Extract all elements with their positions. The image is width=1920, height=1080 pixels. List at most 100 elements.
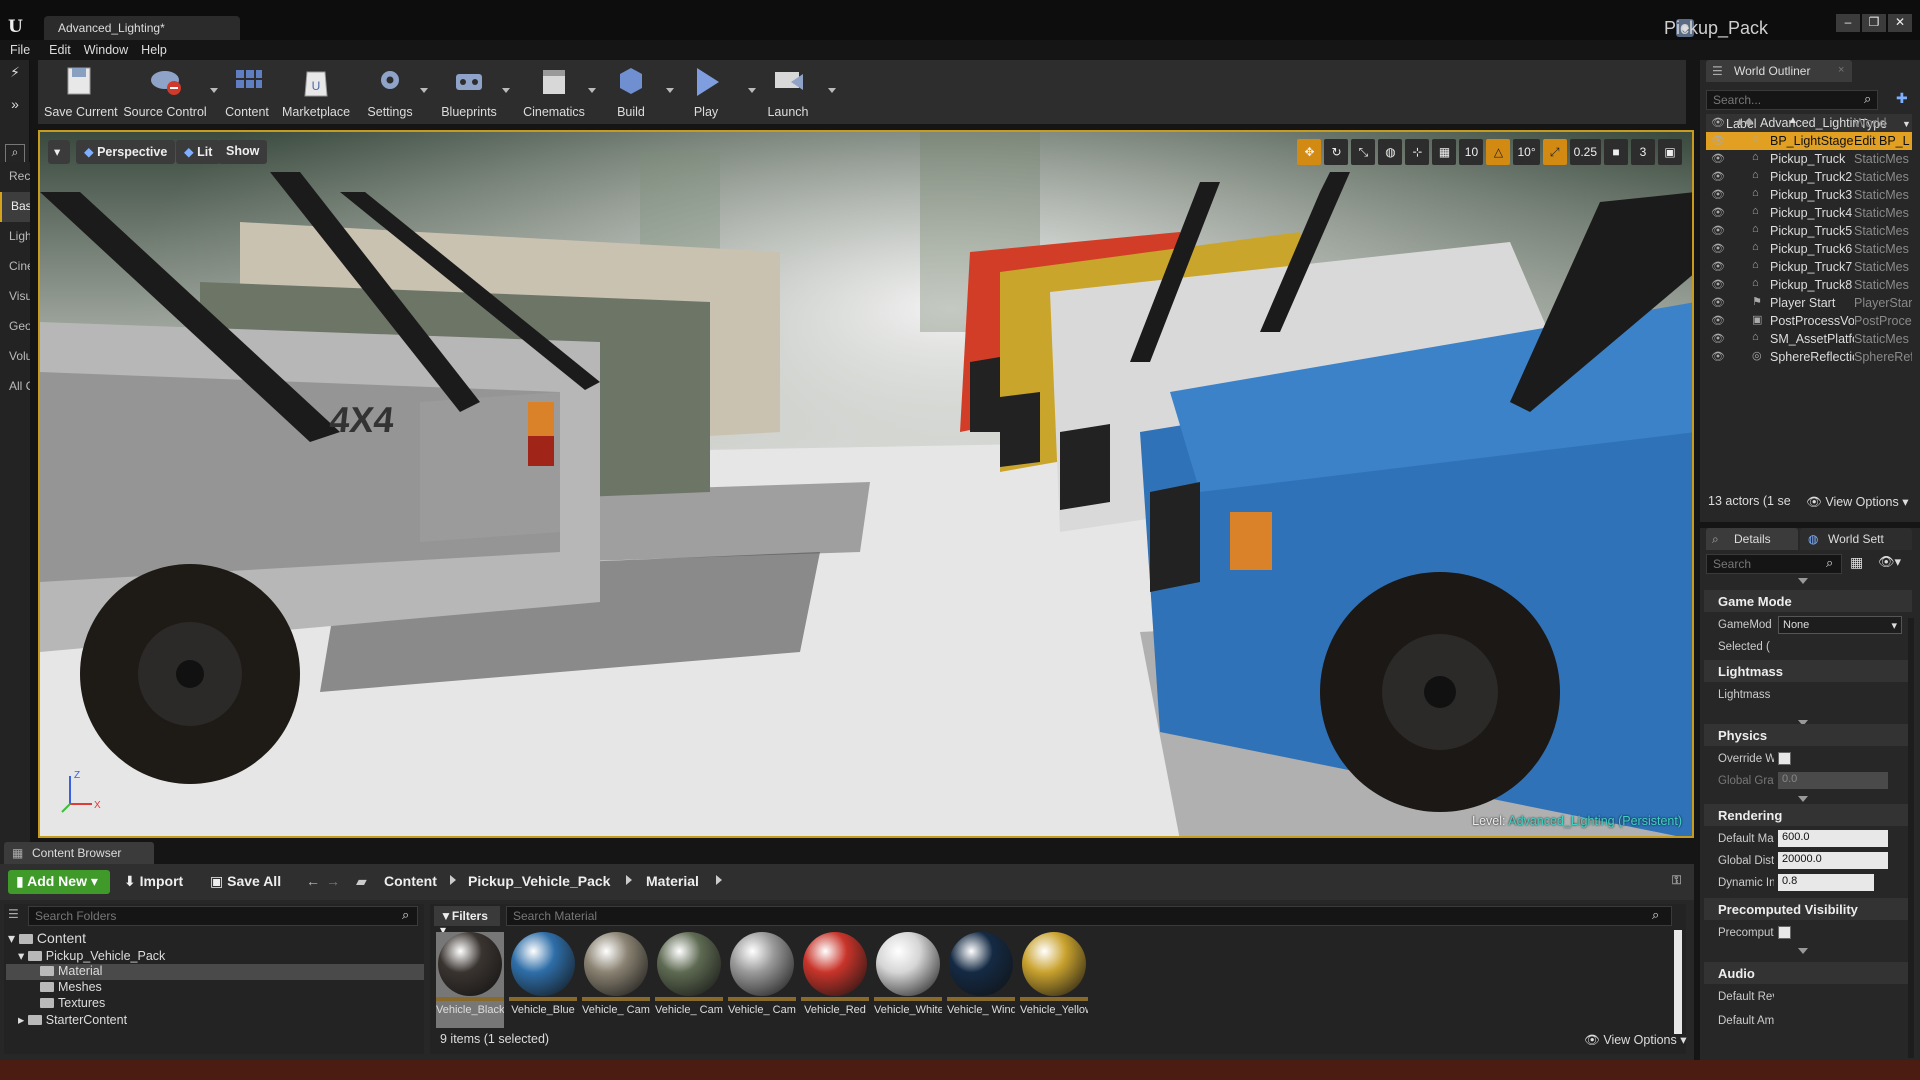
- visibility-eye-icon[interactable]: 👁: [1711, 152, 1725, 165]
- content-browser-tab[interactable]: Content Browser: [4, 842, 154, 864]
- document-tab[interactable]: Advanced_Lighting*: [44, 16, 240, 40]
- tree-item-meshes[interactable]: Meshes: [40, 980, 102, 996]
- show-button[interactable]: Show: [218, 140, 268, 164]
- section-physics[interactable]: Physics: [1704, 724, 1912, 746]
- blueprints-dropdown[interactable]: [502, 88, 510, 93]
- launch-button[interactable]: Launch: [760, 64, 816, 122]
- search-folders-input[interactable]: Search Folders: [28, 906, 418, 926]
- section-lightmass[interactable]: Lightmass: [1704, 660, 1912, 682]
- override-checkbox[interactable]: [1778, 752, 1791, 765]
- marketplace-button[interactable]: U Marketplace: [282, 64, 350, 122]
- outliner-row[interactable]: 👁 ⌂ Pickup_Truck4 StaticMes: [1706, 204, 1912, 222]
- tree-item-material[interactable]: Material: [6, 964, 424, 980]
- outliner-row-world[interactable]: 👁 ▲◆ Advanced_Lightin World: [1706, 114, 1912, 132]
- menu-help[interactable]: Help: [135, 40, 174, 60]
- outliner-row-selected[interactable]: 👁 ○ BP_LightStage Edit BP_L: [1706, 132, 1912, 150]
- breadcrumb-separator-icon[interactable]: [626, 875, 632, 885]
- details-tab[interactable]: Details: [1706, 528, 1798, 550]
- outliner-row[interactable]: 👁 ⌂ Pickup_Truck6 StaticMes: [1706, 240, 1912, 258]
- source-control-button[interactable]: Source Control: [122, 64, 208, 122]
- details-scrollbar[interactable]: [1908, 618, 1914, 1058]
- history-forward-icon[interactable]: →: [326, 873, 340, 889]
- mode-tab-lights[interactable]: Ligh: [0, 222, 30, 252]
- search-folders-icon[interactable]: ⌕: [402, 907, 409, 923]
- visibility-eye-icon[interactable]: 👁: [1711, 116, 1725, 129]
- minimize-button[interactable]: –: [1836, 14, 1860, 32]
- search-icon[interactable]: ⌕: [5, 144, 25, 164]
- outliner-row[interactable]: 👁 ⌂ Pickup_Truck5 StaticMes: [1706, 222, 1912, 240]
- material-asset-tile[interactable]: Vehicle_Blue: [509, 932, 577, 1028]
- section-rendering[interactable]: Rendering: [1704, 804, 1912, 826]
- settings-dropdown[interactable]: [420, 88, 428, 93]
- material-asset-tile[interactable]: Vehicle_Red: [801, 932, 869, 1028]
- outliner-search-input[interactable]: Search...: [1706, 90, 1878, 110]
- visibility-eye-icon[interactable]: 👁: [1711, 206, 1725, 219]
- lock-icon[interactable]: ⚿: [1672, 873, 1681, 888]
- add-new-button[interactable]: ▮ Add New ▾: [8, 870, 110, 894]
- grid-snap-value[interactable]: 10: [1459, 139, 1484, 165]
- outliner-row[interactable]: 👁 ⌂ Pickup_Truck StaticMes: [1706, 150, 1912, 168]
- details-search-input[interactable]: Search: [1706, 554, 1842, 574]
- expand-arrow-icon[interactable]: [1798, 796, 1808, 802]
- history-back-icon[interactable]: ←: [306, 873, 320, 889]
- section-game-mode[interactable]: Game Mode: [1704, 590, 1912, 612]
- launch-dropdown[interactable]: [828, 88, 836, 93]
- mode-tab-cinematic[interactable]: Cine: [0, 252, 30, 282]
- perspective-button[interactable]: ◆ Perspective: [76, 140, 176, 164]
- outliner-row[interactable]: 👁 ⌂ SM_AssetPlatfc StaticMes: [1706, 330, 1912, 348]
- outliner-tab-close-icon[interactable]: ×: [1838, 64, 1844, 76]
- material-asset-tile[interactable]: Vehicle_ Camouflage_: [655, 932, 723, 1028]
- visibility-eye-icon[interactable]: 👁: [1711, 188, 1725, 201]
- property-matrix-icon[interactable]: ▦: [1850, 554, 1863, 571]
- breadcrumb-pickup-vehicle-pack[interactable]: Pickup_Vehicle_Pack: [468, 873, 610, 889]
- visibility-eye-icon[interactable]: 👁: [1711, 296, 1725, 309]
- breadcrumb-separator-icon[interactable]: [450, 875, 456, 885]
- search-material-input[interactable]: Search Material: [506, 906, 1672, 926]
- surface-snap-icon[interactable]: ⊹: [1405, 139, 1430, 165]
- tree-item-textures[interactable]: Textures: [40, 996, 105, 1012]
- level-viewport[interactable]: 4X4 ▾ ◆ Perspective ◆ Lit Show ✥ ↻ ⤡ ◍ ⊹: [38, 130, 1694, 838]
- material-asset-tile[interactable]: Vehicle_ Camouflage_: [582, 932, 650, 1028]
- mode-tab-volumes[interactable]: Volu: [0, 342, 30, 372]
- menu-file[interactable]: File: [4, 40, 37, 60]
- maximize-button[interactable]: ❐: [1862, 14, 1886, 32]
- mode-tab-basic[interactable]: Bas: [0, 192, 30, 222]
- section-audio[interactable]: Audio: [1704, 962, 1912, 984]
- outliner-row[interactable]: 👁 ▣ PostProcessVo PostProce: [1706, 312, 1912, 330]
- scene-render[interactable]: 4X4: [40, 132, 1694, 838]
- outliner-row[interactable]: 👁 ⌂ Pickup_Truck2 StaticMes: [1706, 168, 1912, 186]
- property-selected[interactable]: Selected (: [1704, 636, 1912, 658]
- menu-edit[interactable]: Edit: [43, 40, 78, 60]
- gamemode-dropdown[interactable]: None ▾: [1778, 616, 1902, 634]
- mode-tab-visual[interactable]: Visu: [0, 282, 30, 312]
- search-material-icon[interactable]: ⌕: [1652, 907, 1659, 923]
- import-button[interactable]: ⬇ Import: [124, 873, 183, 890]
- world-outliner-tab[interactable]: World Outliner: [1706, 60, 1852, 82]
- gravity-field[interactable]: 0.0: [1778, 772, 1888, 789]
- rotate-snap-icon[interactable]: △: [1486, 139, 1511, 165]
- material-asset-tile[interactable]: Vehicle_Yellow: [1020, 932, 1088, 1028]
- rotate-tool-icon[interactable]: ↻: [1324, 139, 1349, 165]
- source-control-dropdown[interactable]: [210, 88, 218, 93]
- build-dropdown[interactable]: [666, 88, 674, 93]
- save-all-button[interactable]: ▣ Save All: [210, 873, 281, 890]
- visibility-eye-icon[interactable]: 👁: [1711, 170, 1725, 183]
- menu-window[interactable]: Window: [78, 40, 135, 60]
- blueprints-button[interactable]: Blueprints: [438, 64, 500, 122]
- outliner-row[interactable]: 👁 ⌂ Pickup_Truck8 StaticMes: [1706, 276, 1912, 294]
- world-space-icon[interactable]: ◍: [1378, 139, 1403, 165]
- rotate-snap-value[interactable]: 10°: [1513, 139, 1540, 165]
- play-dropdown[interactable]: [748, 88, 756, 93]
- visibility-eye-icon[interactable]: 👁: [1711, 332, 1725, 345]
- dynamic-field[interactable]: 0.8: [1778, 874, 1874, 891]
- camera-speed-icon[interactable]: ■: [1604, 139, 1628, 165]
- translate-tool-icon[interactable]: ✥: [1297, 139, 1322, 165]
- outliner-search-icon[interactable]: ⌕: [1864, 91, 1871, 107]
- tree-settings-icon[interactable]: ☰: [8, 907, 19, 921]
- material-asset-tile[interactable]: Vehicle_Black: [436, 932, 504, 1028]
- content-button[interactable]: Content: [224, 64, 270, 122]
- viewport-options-button[interactable]: ▾: [48, 140, 70, 164]
- expand-arrow-icon[interactable]: [1798, 578, 1808, 584]
- outliner-row[interactable]: 👁 ⌂ Pickup_Truck3 StaticMes: [1706, 186, 1912, 204]
- material-asset-tile[interactable]: Vehicle_ Windows: [947, 932, 1015, 1028]
